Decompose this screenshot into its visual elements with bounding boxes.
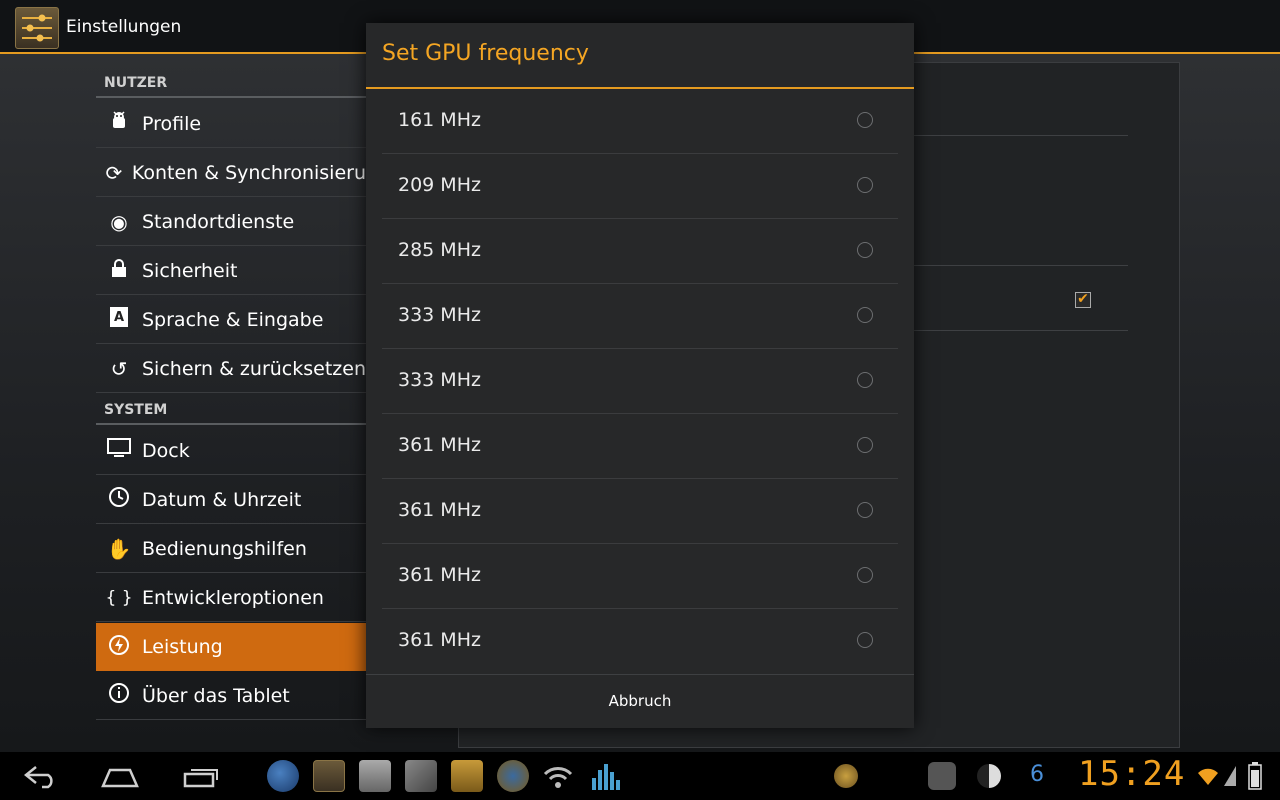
option-label: 361 MHz [398, 434, 481, 456]
back-icon[interactable] [22, 764, 60, 790]
option-label: 161 MHz [398, 109, 481, 131]
option-label: 361 MHz [398, 564, 481, 586]
option-label: 333 MHz [398, 304, 481, 326]
home-icon[interactable] [100, 766, 140, 788]
monitor-icon [104, 438, 134, 463]
lbe-icon[interactable] [928, 762, 956, 790]
wifi-app-icon[interactable] [541, 760, 573, 792]
sidebar-item-label: Dock [142, 439, 190, 462]
wifi-signal-icon [1196, 764, 1220, 788]
sidebar-item-accessibility[interactable]: ✋ Bedienungshilfen [96, 525, 366, 573]
frequency-option[interactable]: 361 MHz [382, 544, 898, 609]
sidebar-item-label: Standortdienste [142, 210, 295, 233]
frequency-option[interactable]: 361 MHz [382, 479, 898, 544]
sidebar-item-label: Datum & Uhrzeit [142, 488, 302, 511]
frequency-option[interactable]: 161 MHz [382, 89, 898, 154]
system-bar: 6 15:24 [0, 752, 1280, 800]
section-divider [96, 423, 366, 425]
sidebar-item-label: Bedienungshilfen [142, 537, 307, 560]
option-label: 209 MHz [398, 174, 481, 196]
clock-icon [104, 486, 134, 513]
frequency-option[interactable]: 285 MHz [382, 219, 898, 284]
radio-button[interactable] [857, 567, 873, 583]
radio-button[interactable] [857, 307, 873, 323]
settings-app-icon[interactable] [15, 7, 59, 49]
sidebar-item-developer-options[interactable]: { } Entwickleroptionen [96, 574, 366, 622]
sidebar-item-security[interactable]: Sicherheit [96, 247, 366, 295]
frequency-option[interactable]: 333 MHz [382, 349, 898, 414]
option-label: 285 MHz [398, 239, 481, 261]
sidebar-item-accounts-sync[interactable]: ⟳ Konten & Synchronisieru [96, 149, 366, 197]
svg-text:A: A [114, 310, 124, 325]
restore-icon: ↺ [110, 356, 128, 381]
keyboard-a-icon: A [104, 306, 134, 333]
info-icon [104, 682, 134, 709]
settings-app-icon[interactable] [313, 760, 345, 792]
sidebar-item-label: Konten & Synchronisieru [131, 161, 366, 184]
radio-button[interactable] [857, 372, 873, 388]
sidebar-item-label: Profile [142, 112, 202, 135]
play-store-icon[interactable] [359, 760, 391, 792]
location-icon: ◉ [110, 209, 128, 234]
clock[interactable]: 15:24 [1078, 754, 1185, 794]
brightness-icon[interactable] [977, 764, 1001, 788]
sidebar-item-label: Sprache & Eingabe [142, 308, 324, 331]
performance-icon [104, 634, 134, 661]
radio-button[interactable] [857, 242, 873, 258]
folder-icon[interactable] [451, 760, 483, 792]
lock-icon [104, 258, 134, 283]
radio-button[interactable] [857, 437, 873, 453]
frequency-option[interactable]: 333 MHz [382, 284, 898, 349]
radio-button[interactable] [857, 632, 873, 648]
option-label: 361 MHz [398, 629, 481, 651]
section-divider [96, 96, 366, 98]
app-icon[interactable] [405, 760, 437, 792]
sidebar-item-dock[interactable]: Dock [96, 427, 366, 475]
frequency-option[interactable]: 209 MHz [382, 154, 898, 219]
braces-icon: { } [105, 587, 133, 608]
sidebar-item-label: Sichern & zurücksetzen [142, 357, 366, 380]
divider [914, 135, 1128, 136]
sidebar-item-label: Sicherheit [142, 259, 238, 282]
dialog-title: Set GPU frequency [382, 41, 589, 66]
sidebar-item-label: Leistung [142, 636, 223, 658]
hand-icon: ✋ [106, 536, 132, 561]
option-label: 361 MHz [398, 499, 481, 521]
sidebar-item-backup-reset[interactable]: ↺ Sichern & zurücksetzen [96, 345, 366, 393]
divider [914, 330, 1128, 331]
battery-icon [1248, 762, 1262, 790]
sidebar-item-language-input[interactable]: A Sprache & Eingabe [96, 296, 366, 344]
gpu-frequency-dialog: Set GPU frequency 161 MHz 209 MHz 285 MH… [366, 23, 914, 728]
equalizer-icon[interactable] [589, 760, 621, 792]
sync-icon: ⟳ [105, 160, 123, 185]
sidebar-item-label: Über das Tablet [142, 684, 290, 707]
cancel-button[interactable]: Abbruch [366, 675, 914, 728]
android-icon [104, 110, 134, 137]
sidebar-item-label: Entwickleroptionen [142, 586, 324, 609]
radio-button[interactable] [857, 502, 873, 518]
sidebar-item-about-tablet[interactable]: Über das Tablet [96, 672, 366, 720]
section-header-system: SYSTEM [104, 402, 168, 418]
settings-sidebar: NUTZER Profile ⟳ Konten & Synchronisieru… [96, 54, 366, 724]
notification-count: 6 [1030, 762, 1044, 787]
checkbox-checked[interactable]: ✔ [1075, 292, 1091, 308]
radio-button[interactable] [857, 177, 873, 193]
notification-app-icon[interactable] [834, 764, 858, 788]
radio-button[interactable] [857, 112, 873, 128]
app-title: Einstellungen [66, 17, 182, 37]
recent-apps-icon[interactable] [182, 766, 220, 788]
section-header-user: NUTZER [104, 75, 168, 91]
sidebar-item-date-time[interactable]: Datum & Uhrzeit [96, 476, 366, 524]
frequency-option[interactable]: 361 MHz [382, 609, 898, 674]
divider [914, 265, 1128, 266]
gear-icon[interactable] [497, 760, 529, 792]
frequency-option[interactable]: 361 MHz [382, 414, 898, 479]
sidebar-item-location[interactable]: ◉ Standortdienste [96, 198, 366, 246]
globe-app-icon[interactable] [267, 760, 299, 792]
sidebar-item-profile[interactable]: Profile [96, 100, 366, 148]
option-label: 333 MHz [398, 369, 481, 391]
airplane-mode-icon [1222, 764, 1238, 788]
sidebar-item-performance[interactable]: Leistung [96, 623, 366, 671]
